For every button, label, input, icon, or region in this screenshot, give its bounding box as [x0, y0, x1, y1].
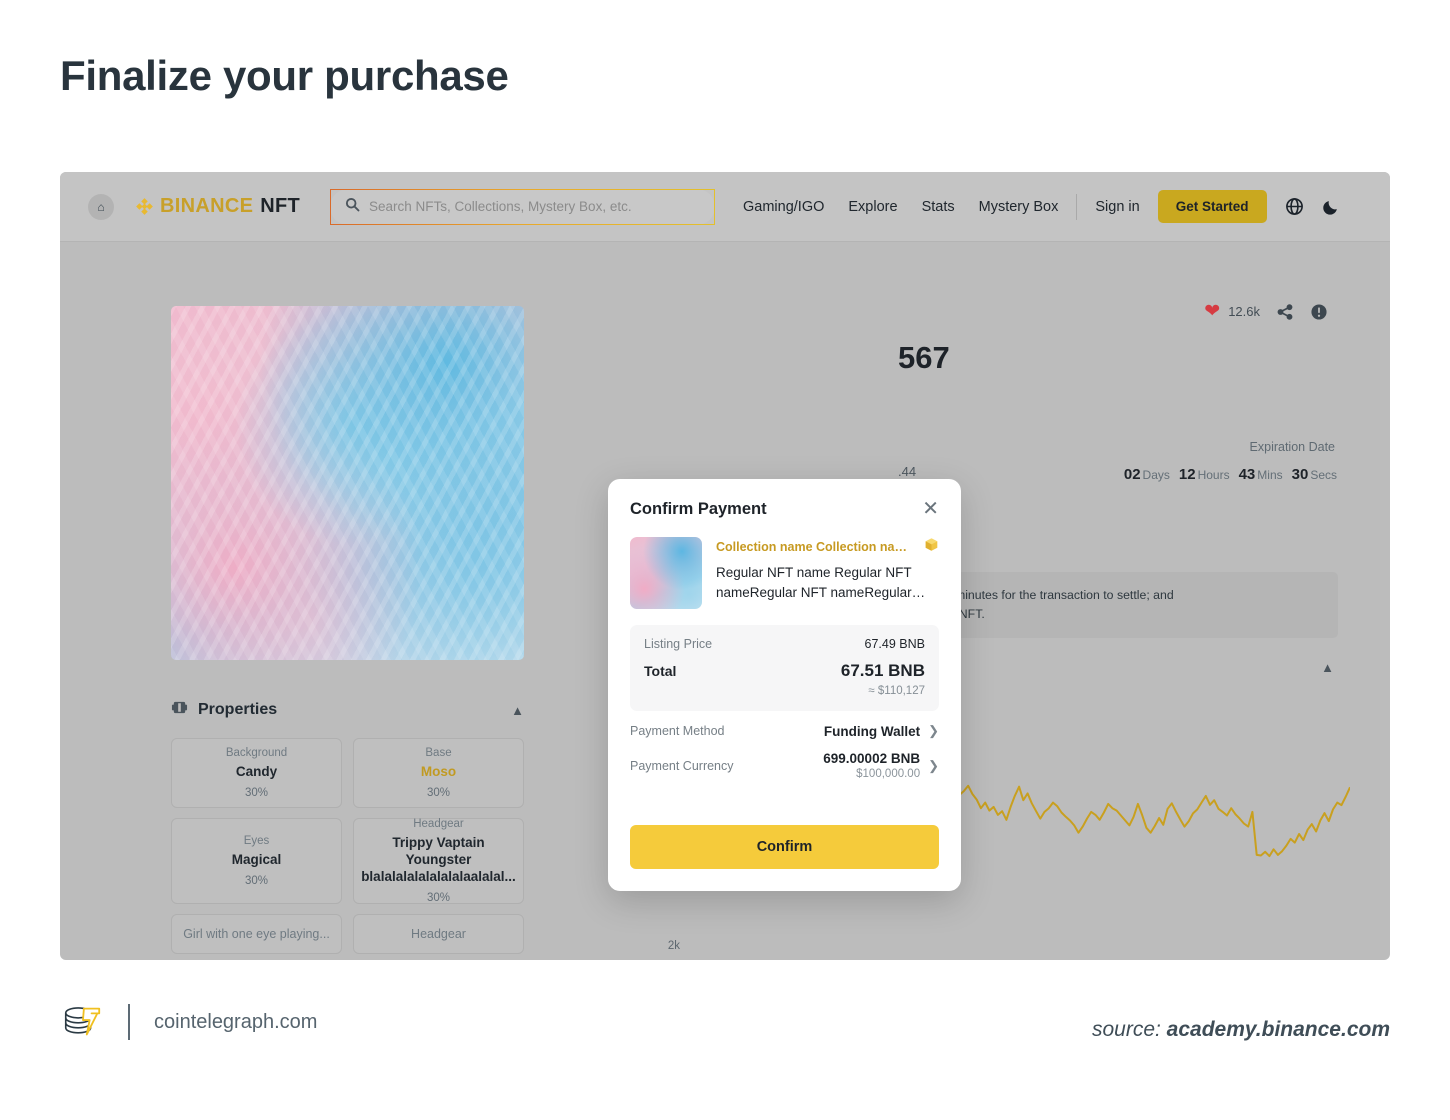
property-value: Trippy Vaptain Youngster blalalalalalala… [361, 835, 516, 884]
property-card[interactable]: Background Candy 30% [171, 738, 342, 808]
property-percent: 30% [426, 786, 451, 799]
payment-currency-sub: $100,000.00 [856, 768, 921, 780]
app-navbar: ⌂ BINANCE NFT Search NFTs, Collections, … [60, 172, 1390, 242]
property-percent: 30% [244, 786, 269, 799]
properties-header[interactable]: Properties ▲ [171, 699, 524, 721]
poster-root: Finalize your purchase ⌂ BINANCE NFT Sea… [0, 0, 1450, 1120]
countdown-timer: 02 Days 12 Hours 43 Mins 30 Secs [1124, 466, 1337, 484]
properties-grid: Background Candy 30% Base Moso 30% Eyes … [171, 738, 524, 954]
property-value: Candy [235, 764, 278, 780]
globe-icon[interactable] [1285, 197, 1304, 216]
listing-price-value: 67.49 BNB [864, 637, 925, 651]
navbar-divider [1076, 193, 1078, 220]
total-value: 67.51 BNB [840, 661, 925, 680]
property-key: Headgear [411, 927, 466, 941]
nav-link-gaming-igo[interactable]: Gaming/IGO [743, 199, 824, 215]
expiration-label: Expiration Date [1249, 440, 1335, 454]
property-value: Magical [231, 852, 282, 868]
chart-y-tick: 2k [667, 940, 680, 952]
collection-name[interactable]: Collection name Collection name C... [716, 540, 918, 554]
payment-currency-row[interactable]: Payment Currency 699.00002 BNB $100,000.… [608, 739, 961, 780]
price-fragment: .44 [898, 464, 917, 479]
nft-thumbnail [630, 537, 702, 609]
property-key: Base [425, 747, 452, 760]
property-value: Moso [420, 764, 457, 780]
total-label: Total [644, 663, 677, 679]
payment-method-value: Funding Wallet [823, 723, 921, 739]
sign-in-link[interactable]: Sign in [1095, 199, 1139, 215]
property-card[interactable]: Girl with one eye playing... [171, 914, 342, 954]
chevron-right-icon[interactable]: ❯ [928, 758, 939, 774]
property-key: Girl with one eye playing... [183, 927, 330, 941]
nav-link-mystery-box[interactable]: Mystery Box [979, 199, 1059, 215]
property-card[interactable]: Headgear [353, 914, 524, 954]
properties-icon [171, 699, 188, 721]
property-card[interactable]: Eyes Magical 30% [171, 818, 342, 904]
nav-links: Gaming/IGO Explore Stats Mystery Box [743, 199, 1058, 215]
properties-title: Properties [198, 701, 278, 718]
countdown-days-value: 02 [1123, 466, 1141, 483]
modal-nft-summary: Collection name Collection name C... Reg… [608, 519, 961, 609]
page-title: Finalize your purchase [60, 52, 509, 99]
search-input[interactable]: Search NFTs, Collections, Mystery Box, e… [330, 188, 715, 225]
payment-currency-label: Payment Currency [630, 758, 734, 773]
likes-count: 12.6k [1228, 304, 1260, 319]
moon-icon[interactable] [1322, 197, 1341, 216]
social-actions: ❤ 12.6k [1204, 300, 1328, 323]
get-started-button[interactable]: Get Started [1157, 190, 1267, 223]
modal-header: Confirm Payment ✕ [608, 479, 961, 519]
chevron-right-icon[interactable]: ❯ [928, 723, 939, 739]
binance-nft-logo[interactable]: BINANCE NFT [136, 195, 300, 218]
listing-price-label: Listing Price [644, 637, 713, 651]
confirm-button[interactable]: Confirm [630, 825, 939, 869]
price-summary-panel: Listing Price 67.49 BNB Total 67.51 BNB … [630, 625, 939, 711]
search-icon [345, 197, 360, 217]
share-icon[interactable] [1276, 303, 1294, 321]
property-key: Background [225, 747, 288, 760]
property-card[interactable]: Headgear Trippy Vaptain Youngster blalal… [353, 818, 524, 904]
footer-site-url: cointelegraph.com [154, 1010, 318, 1033]
property-card[interactable]: Base Moso 30% [353, 738, 524, 808]
countdown-mins-unit: Mins [1257, 468, 1283, 482]
chevron-up-icon[interactable]: ▲ [511, 703, 524, 718]
brand-nft-text: NFT [260, 195, 300, 217]
chart-collapse-chevron-icon[interactable]: ▲ [1321, 660, 1334, 675]
countdown-hours-unit: Hours [1197, 468, 1230, 482]
countdown-days-unit: Days [1142, 468, 1170, 482]
heart-icon[interactable]: ❤ [1204, 300, 1220, 323]
nft-title-number: 567 [898, 340, 950, 375]
source-attribution: source: academy.binance.com [1092, 1018, 1390, 1042]
cointelegraph-logo-icon [60, 1000, 104, 1044]
confirm-payment-modal: Confirm Payment ✕ Collection name Collec… [608, 479, 961, 891]
property-percent: 30% [244, 874, 269, 887]
footer: cointelegraph.com [60, 1000, 317, 1044]
source-prefix: source: [1091, 1018, 1167, 1041]
close-icon[interactable]: ✕ [922, 499, 939, 519]
total-approx-usd: ≈ $110,127 [868, 685, 925, 697]
report-icon[interactable] [1310, 303, 1328, 321]
source-url: academy.binance.com [1166, 1018, 1390, 1041]
binance-diamond-icon [136, 198, 153, 215]
payment-method-row[interactable]: Payment Method Funding Wallet ❯ [608, 711, 961, 739]
search-placeholder: Search NFTs, Collections, Mystery Box, e… [369, 199, 632, 214]
countdown-secs-unit: Secs [1310, 468, 1337, 482]
nft-artwork-image [171, 306, 524, 660]
nav-link-explore[interactable]: Explore [848, 199, 897, 215]
home-icon[interactable]: ⌂ [88, 193, 114, 220]
brand-binance-text: BINANCE [160, 195, 254, 217]
property-key: Headgear [413, 818, 464, 831]
countdown-hours-value: 12 [1178, 466, 1196, 483]
modal-title: Confirm Payment [630, 499, 767, 518]
payment-method-label: Payment Method [630, 724, 725, 738]
countdown-mins-value: 43 [1238, 466, 1256, 483]
app-screenshot: ⌂ BINANCE NFT Search NFTs, Collections, … [60, 172, 1390, 960]
property-key: Eyes [243, 835, 270, 848]
nav-link-stats[interactable]: Stats [922, 199, 955, 215]
nft-name: Regular NFT name Regular NFT nameRegular… [716, 565, 912, 600]
payment-currency-value: 699.00002 BNB [823, 751, 921, 766]
footer-divider [128, 1004, 130, 1040]
property-percent: 30% [426, 891, 451, 904]
countdown-secs-value: 30 [1291, 466, 1309, 483]
verified-cube-icon [924, 537, 939, 557]
